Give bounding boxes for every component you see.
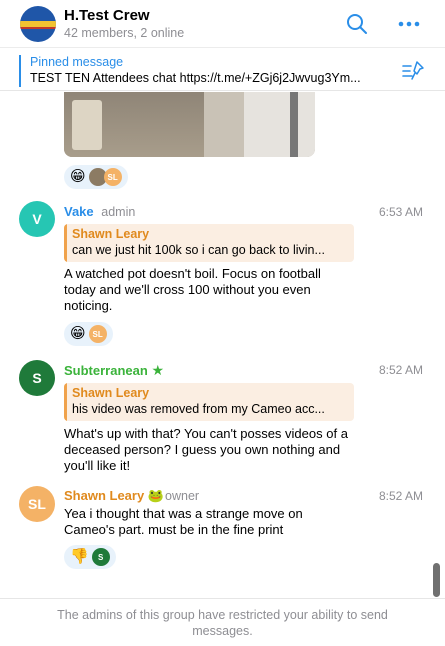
message-text: A watched pot doesn't boil. Focus on foo… (64, 266, 321, 313)
message-time: 8:52 AM (378, 363, 423, 377)
reply-sender: Shawn Leary (72, 227, 150, 241)
reactor-avatar: SL (88, 325, 107, 343)
group-member-count: 42 members, 2 online (64, 26, 185, 40)
reply-bar (64, 224, 67, 262)
reactor-avatar: SL (103, 168, 122, 186)
reply-bar (64, 383, 67, 421)
pin-list-icon (402, 61, 424, 80)
photo-region (244, 92, 315, 157)
sender-role: owner (165, 489, 200, 503)
reactions-bar[interactable]: 😁 SL (64, 165, 128, 189)
avatar[interactable]: SL (19, 486, 55, 522)
avatar[interactable]: S (19, 360, 55, 396)
reactions-bar[interactable]: 😁 SL (64, 322, 113, 346)
photo-region (204, 92, 244, 157)
group-avatar-stripe-accent (20, 27, 56, 29)
photo-message[interactable] (64, 92, 315, 157)
restriction-notice: The admins of this group have restricted… (57, 608, 388, 638)
search-button[interactable] (344, 11, 370, 37)
reactions-bar[interactable]: 👎 S (64, 545, 116, 569)
pinned-message-bar[interactable]: Pinned message TEST TEN Attendees chat h… (0, 49, 445, 91)
reply-quote[interactable]: Shawn Leary his video was removed from m… (64, 383, 354, 421)
avatar[interactable]: V (19, 201, 55, 237)
reply-text: can we just hit 100k so i can go back to… (72, 243, 325, 257)
scrollbar-thumb[interactable] (433, 563, 440, 597)
sender-role: admin (101, 205, 136, 219)
pinned-text: TEST TEN Attendees chat https://t.me/+ZG… (30, 71, 361, 85)
more-icon (398, 21, 420, 27)
group-title[interactable]: H.Test Crew (64, 7, 150, 24)
message-text: What's up with that? You can't posses vi… (64, 426, 348, 473)
more-button[interactable] (396, 11, 422, 37)
reaction-emoji[interactable]: 😁 (70, 168, 86, 186)
photo-region (72, 100, 102, 150)
star-badge-icon: ★ (151, 362, 164, 378)
message-time: 8:52 AM (378, 489, 423, 503)
message-list[interactable]: 😁 SL V Vake admin 6:53 AM Shawn Leary ca… (0, 92, 445, 598)
reply-quote[interactable]: Shawn Leary can we just hit 100k so i ca… (64, 224, 354, 262)
reactor-avatar: S (91, 548, 110, 566)
restricted-input-footer: The admins of this group have restricted… (0, 598, 445, 646)
message-sender[interactable]: Subterranean ★ (64, 362, 164, 379)
reply-text: his video was removed from my Cameo acc.… (72, 402, 325, 416)
sender-name: Subterranean (64, 363, 148, 378)
reaction-emoji[interactable]: 👎 (70, 548, 89, 566)
chat-header: H.Test Crew 42 members, 2 online (0, 0, 445, 48)
message-sender[interactable]: Vake admin (64, 204, 135, 219)
sender-name: Vake (64, 204, 94, 219)
pinned-indicator (19, 55, 21, 87)
search-icon (347, 14, 367, 34)
sender-emoji: 🐸 (147, 488, 165, 503)
reply-sender: Shawn Leary (72, 386, 150, 400)
telegram-chat-window: H.Test Crew 42 members, 2 online Pinned … (0, 0, 445, 646)
message-sender[interactable]: Shawn Leary 🐸owner (64, 488, 199, 504)
message-time: 6:53 AM (378, 205, 423, 219)
reaction-emoji[interactable]: 😁 (70, 325, 86, 343)
pinned-title: Pinned message (30, 55, 124, 69)
message-text: Yea i thought that was a strange move on… (64, 506, 303, 537)
group-avatar[interactable] (20, 6, 56, 42)
pinned-list-button[interactable] (400, 58, 426, 84)
photo-region (290, 92, 298, 157)
sender-name: Shawn Leary (64, 488, 145, 503)
